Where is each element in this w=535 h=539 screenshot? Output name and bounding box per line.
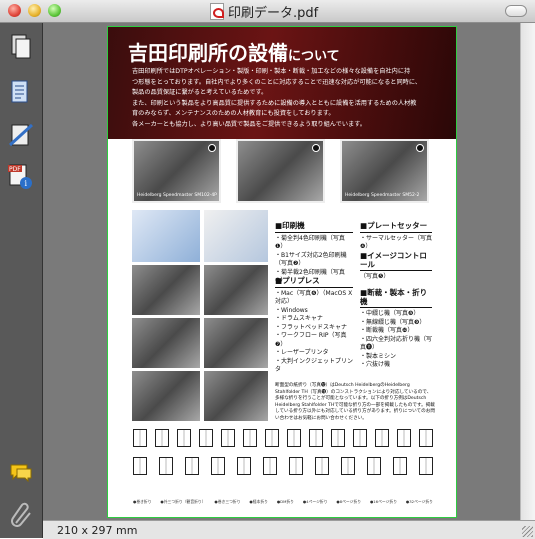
press-photo-1: Heidelberg Speedmaster SM102-4P: [132, 139, 221, 203]
prepress-section: ■プリプレス ・Mac（写真❻）（MacOS X 対応） ・Windows ・ド…: [275, 276, 354, 373]
fold-diagram: [133, 429, 147, 447]
fold-diagram: [419, 429, 433, 447]
attachment-icon[interactable]: [8, 501, 34, 529]
fold-diagram: [367, 457, 381, 475]
fold-diagram: [341, 457, 355, 475]
equipment-photo-6: [204, 371, 268, 421]
fold-diagram: [211, 457, 225, 475]
fold-diagram: [263, 457, 277, 475]
sidebar: PDF i: [0, 23, 43, 538]
minimize-window-button[interactable]: [28, 4, 41, 17]
fold-diagram: [393, 457, 407, 475]
fold-diagram-row-2: [133, 457, 433, 475]
annotation-icon[interactable]: [8, 121, 34, 149]
equipment-photo-1: [132, 265, 200, 315]
window-title: 印刷データ.pdf: [210, 2, 319, 21]
fold-diagram-row-1: [133, 429, 433, 447]
banner-text: 吉田印刷所ではDTPオペレーション・製版・印刷・製本・断裁・加工などの様々な設備…: [132, 68, 422, 128]
mac-photo: [132, 210, 200, 262]
notes-icon[interactable]: [8, 459, 34, 487]
window-title-bar: 印刷データ.pdf: [0, 0, 535, 23]
fold-diagram: [155, 429, 169, 447]
platesetter-section: ■プレートセッター ・サーマルセッター（写真❹）: [360, 221, 433, 250]
fold-diagram: [397, 429, 411, 447]
vertical-scrollbar[interactable]: [520, 23, 535, 520]
fold-diagram: [199, 429, 213, 447]
fold-diagram: [243, 429, 257, 447]
imagecontrol-section: ■イメージコントロール （写真❺）: [360, 251, 432, 282]
resize-grip[interactable]: [522, 526, 533, 537]
binding-section: ■断裁・製本・折り機 ・中綴じ機（写真❽） ・無線綴じ機（写真❾） ・断裁機（写…: [360, 288, 433, 368]
fold-diagram: [177, 429, 191, 447]
page-banner: 吉田印刷所の設備について 吉田印刷所ではDTPオペレーション・製版・印刷・製本・…: [108, 27, 456, 139]
status-bar: 210 x 297 mm: [43, 520, 535, 539]
fold-diagram: [419, 457, 433, 475]
fold-diagram: [265, 429, 279, 447]
press-photo-2: [236, 139, 325, 203]
folding-note: 断面型の紙折り（写真⓬）はDeutsch HeidelbergのHeidelbe…: [275, 383, 435, 421]
page-size-label: 210 x 297 mm: [57, 524, 138, 537]
fold-diagram: [159, 457, 173, 475]
pdf-file-icon: [210, 2, 224, 20]
fold-diagram: [331, 429, 345, 447]
pdf-info-icon[interactable]: PDF i: [8, 163, 34, 191]
fold-labels: ●巻き折り ●外三つ折り（観音折り） ●巻き三つ折り ●経本折り ●DM折り ●…: [133, 499, 433, 504]
equipment-photo-4: [204, 318, 268, 368]
fold-diagram: [289, 457, 303, 475]
equipment-photo-3: [132, 318, 200, 368]
svg-text:i: i: [25, 179, 28, 188]
fold-diagram: [353, 429, 367, 447]
fold-diagram: [287, 429, 301, 447]
software-photo: [204, 210, 268, 262]
close-window-button[interactable]: [8, 4, 21, 17]
window-title-text: 印刷データ.pdf: [228, 5, 319, 21]
svg-text:PDF: PDF: [9, 166, 21, 173]
pdf-page[interactable]: 吉田印刷所の設備について 吉田印刷所ではDTPオペレーション・製版・印刷・製本・…: [107, 26, 457, 518]
fold-diagram: [309, 429, 323, 447]
banner-title: 吉田印刷所の設備について: [128, 41, 340, 65]
toolbar-toggle-button[interactable]: [505, 5, 527, 17]
pages-icon[interactable]: [8, 33, 34, 61]
fold-diagram: [315, 457, 329, 475]
fold-diagram: [185, 457, 199, 475]
fold-diagram: [133, 457, 147, 475]
zoom-window-button[interactable]: [48, 4, 61, 17]
press-photo-3: Heidelberg Speedmaster SM52-2: [340, 139, 429, 203]
fold-diagram: [221, 429, 235, 447]
equipment-photo-5: [132, 371, 200, 421]
fold-diagram: [237, 457, 251, 475]
equipment-photo-2: [204, 265, 268, 315]
document-icon[interactable]: [8, 79, 34, 107]
fold-diagram: [375, 429, 389, 447]
